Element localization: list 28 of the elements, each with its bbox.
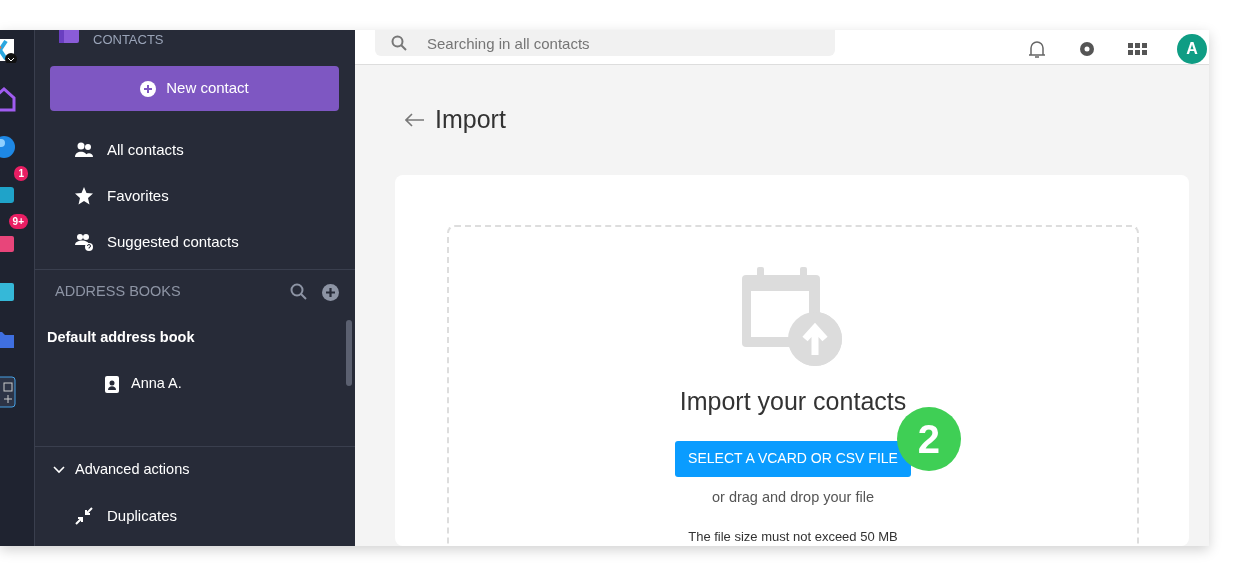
bell-icon[interactable] xyxy=(1027,39,1047,59)
notification-badge: 1 xyxy=(14,166,28,181)
calendar-upload-icon xyxy=(742,267,844,368)
nav-item[interactable]: Favorites xyxy=(35,173,355,219)
file-size-note: The file size must not exceed 50 MB xyxy=(688,527,898,546)
search-icon[interactable] xyxy=(290,283,308,301)
plus-icon xyxy=(140,80,157,97)
people-icon xyxy=(75,141,93,159)
section-toggle[interactable]: Advanced actions xyxy=(75,459,190,481)
page-title: Import xyxy=(435,104,506,136)
contact-item[interactable]: Anna A. xyxy=(131,373,182,395)
section-title: ADDRESS BOOKS xyxy=(55,282,182,302)
scrollbar-thumb[interactable] xyxy=(346,320,352,386)
star-icon xyxy=(75,187,93,205)
back-arrow-icon[interactable] xyxy=(405,113,425,128)
nav-item[interactable]: All contacts xyxy=(35,127,355,173)
notification-badge: 9+ xyxy=(8,214,28,229)
new-contact-button[interactable]: New contact xyxy=(50,66,339,111)
shrink-arrows-icon xyxy=(75,507,93,525)
people-question-icon xyxy=(75,233,93,251)
app-name: CONTACTS xyxy=(93,31,164,50)
contact-card-icon xyxy=(105,375,119,393)
nav-item[interactable]: Suggested contacts xyxy=(35,219,355,265)
nav-item[interactable]: Duplicates xyxy=(35,493,355,539)
address-book-item[interactable]: Default address book xyxy=(47,327,195,349)
drop-hint: or drag and drop your file xyxy=(712,487,874,507)
search-field[interactable]: Searching in all contacts xyxy=(375,30,835,56)
add-icon[interactable] xyxy=(322,283,339,301)
